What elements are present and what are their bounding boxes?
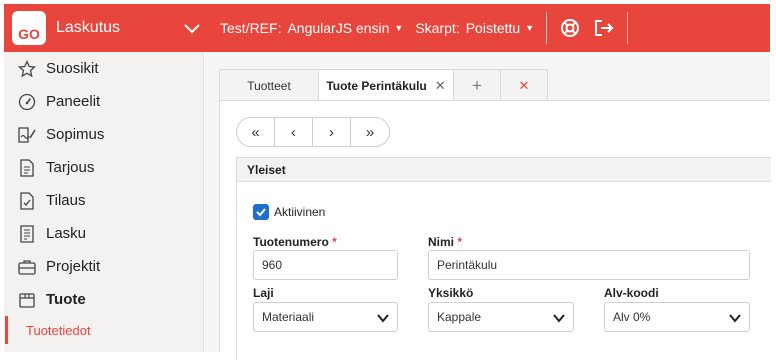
close-icon: ✕ (518, 77, 530, 93)
sidebar-item-label: Tilaus (46, 192, 86, 209)
logout-icon[interactable] (593, 17, 615, 39)
previous-record-button[interactable]: ‹ (275, 118, 313, 146)
close-icon[interactable]: ✕ (435, 78, 446, 94)
sidebar-item-suosikit[interactable]: Suosikit (4, 52, 203, 85)
section-title: Yleiset (237, 158, 771, 182)
sidebar-item-lasku[interactable]: Lasku (4, 217, 203, 250)
vat-code-select[interactable]: Alv 0% (604, 302, 750, 332)
type-value: Materiaali (262, 310, 315, 324)
main-content: Tuotteet Tuote Perintäkulu ✕ + ✕ « ‹ › »… (205, 52, 771, 360)
app-logo[interactable]: GO (12, 11, 46, 45)
app-title: Laskutus (56, 19, 121, 36)
divider (546, 12, 548, 44)
sidebar: Suosikit Paneelit Sopimus Tarjous Tilaus… (4, 52, 204, 352)
tab-tuote-perintakulu[interactable]: Tuote Perintäkulu ✕ (318, 69, 454, 101)
caret-down-icon: ▼ (525, 23, 535, 33)
close-all-tabs-button[interactable]: ✕ (500, 69, 548, 101)
unit-label: Yksikkö (428, 286, 474, 300)
sidebar-item-label: Sopimus (46, 126, 105, 143)
box-icon (16, 289, 38, 311)
invoice-icon (16, 223, 38, 245)
unit-select[interactable]: Kappale (428, 302, 574, 332)
environment-selector[interactable]: Test/REF: AngularJS ensin ▼ (220, 20, 403, 36)
sidebar-item-label: Paneelit (46, 93, 101, 110)
environment-value: AngularJS ensin (287, 20, 390, 36)
schema-label: Skarpt: (415, 20, 460, 36)
general-section: Yleiset Aktiivinen Tuotenumero * 960 Nim… (236, 157, 771, 360)
chevron-down-icon (553, 312, 565, 326)
sidebar-item-label: Tarjous (46, 159, 95, 176)
sidebar-item-paneelit[interactable]: Paneelit (4, 85, 203, 118)
vat-code-label: Alv-koodi (604, 286, 659, 300)
briefcase-icon (16, 256, 38, 278)
tab-bar: Tuotteet Tuote Perintäkulu ✕ + ✕ (219, 69, 548, 101)
gauge-icon (16, 91, 38, 113)
sidebar-item-label: Suosikit (46, 60, 99, 77)
divider (627, 12, 629, 44)
top-bar: GO Laskutus Test/REF: AngularJS ensin ▼ … (4, 4, 770, 52)
product-panel: « ‹ › » Yleiset Aktiivinen Tuotenumero *… (219, 100, 771, 360)
type-label: Laji (253, 286, 274, 300)
sidebar-item-tarjous[interactable]: Tarjous (4, 151, 203, 184)
schema-value: Poistettu (465, 20, 521, 36)
sidebar-item-label: Projektit (46, 258, 101, 275)
chevron-down-icon (377, 312, 389, 326)
active-label: Aktiivinen (274, 205, 326, 219)
help-lifebuoy-icon[interactable] (559, 17, 581, 39)
tab-label: Tuote Perintäkulu (326, 78, 427, 93)
record-navigator: « ‹ › » (236, 117, 390, 147)
add-tab-button[interactable]: + (453, 69, 501, 101)
schema-selector[interactable]: Skarpt: Poistettu ▼ (415, 20, 534, 36)
tab-tuotteet[interactable]: Tuotteet (219, 69, 319, 101)
sidebar-item-tuote[interactable]: Tuote (4, 283, 203, 316)
type-select[interactable]: Materiaali (253, 302, 398, 332)
name-field[interactable]: Perintäkulu (428, 250, 750, 280)
name-label: Nimi * (428, 235, 463, 249)
active-checkbox[interactable]: Aktiivinen (253, 204, 325, 220)
plus-icon: + (472, 75, 482, 95)
caret-down-icon: ▼ (394, 23, 404, 33)
sidebar-item-label: Tuote (46, 291, 86, 308)
document-icon (16, 157, 38, 179)
sidebar-item-tilaus[interactable]: Tilaus (4, 184, 203, 217)
vat-code-value: Alv 0% (613, 310, 651, 324)
section-body: Aktiivinen Tuotenumero * 960 Nimi * Peri… (237, 182, 771, 360)
environment-label: Test/REF: (220, 20, 282, 36)
first-record-button[interactable]: « (237, 118, 275, 146)
chevron-down-icon[interactable] (180, 16, 204, 40)
chevron-down-icon (729, 312, 741, 326)
sidebar-item-projektit[interactable]: Projektit (4, 250, 203, 283)
product-number-field[interactable]: 960 (253, 250, 398, 280)
tab-label: Tuotteet (247, 78, 291, 93)
last-record-button[interactable]: » (351, 118, 389, 146)
product-number-label: Tuotenumero * (253, 235, 337, 249)
unit-value: Kappale (437, 310, 482, 324)
sidebar-item-sopimus[interactable]: Sopimus (4, 118, 203, 151)
contract-icon (16, 124, 38, 146)
order-icon (16, 190, 38, 212)
sidebar-subitem-tuotetiedot[interactable]: Tuotetiedot (5, 316, 203, 344)
star-icon (16, 58, 38, 80)
next-record-button[interactable]: › (313, 118, 351, 146)
checkmark-icon (253, 204, 269, 220)
sidebar-item-label: Lasku (46, 225, 87, 242)
